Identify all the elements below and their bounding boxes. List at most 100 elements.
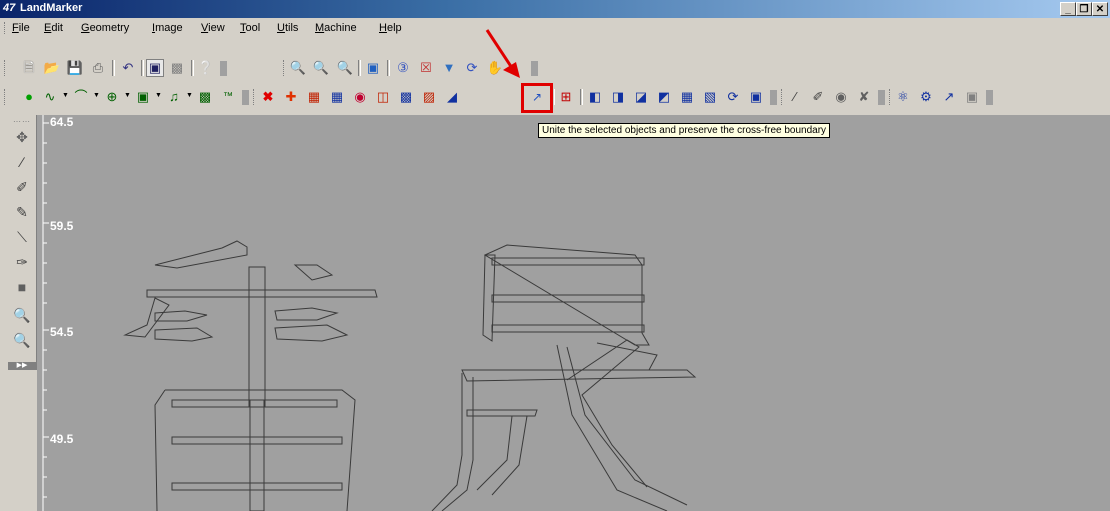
machine-head-icon[interactable]: ⚛ bbox=[894, 88, 912, 106]
align-left-icon[interactable]: ◧ bbox=[586, 88, 604, 106]
menu-edit[interactable]: Edit bbox=[44, 22, 63, 34]
fill-tool-icon[interactable]: ■ bbox=[12, 277, 32, 297]
restore-button[interactable]: ❐ bbox=[1076, 2, 1092, 16]
move-icon[interactable]: ✚ bbox=[282, 88, 300, 106]
align-bottom-icon[interactable]: ◩ bbox=[655, 88, 673, 106]
combine-icon[interactable]: ◢ bbox=[443, 88, 461, 106]
text-style-icon[interactable]: ™ bbox=[219, 88, 237, 106]
view-refresh-icon[interactable]: ⟳ bbox=[463, 59, 481, 77]
drawing-canvas[interactable]: 64.5 59.5 54.5 49.5 bbox=[37, 115, 1110, 511]
arc-tool-icon[interactable]: ✐ bbox=[809, 88, 827, 106]
canvas-drawing bbox=[42, 115, 697, 511]
menubar-grip[interactable] bbox=[4, 22, 7, 34]
brush-tool-icon[interactable]: ✎ bbox=[12, 202, 32, 222]
help-icon[interactable]: ❔ bbox=[197, 59, 215, 77]
pencil-tool-icon[interactable]: ✐ bbox=[12, 177, 32, 197]
group-icon[interactable]: ▩ bbox=[397, 88, 415, 106]
point-icon[interactable]: ● bbox=[20, 88, 38, 106]
align-top-icon[interactable]: ◨ bbox=[609, 88, 627, 106]
distribute-icon[interactable]: ▦ bbox=[328, 88, 346, 106]
align-center-icon[interactable]: ▦ bbox=[678, 88, 696, 106]
menu-view[interactable]: View bbox=[201, 22, 225, 34]
dropdown-arrow-icon[interactable]: ▼ bbox=[155, 92, 162, 99]
dropdown-arrow-icon[interactable]: ▼ bbox=[62, 92, 69, 99]
dropdown-arrow-icon[interactable]: ▼ bbox=[186, 92, 193, 99]
toolbar-end[interactable] bbox=[531, 61, 538, 76]
zoom-window-icon[interactable]: 🔍 bbox=[336, 59, 354, 77]
close-button[interactable]: ✕ bbox=[1092, 2, 1108, 16]
toolbar-grip[interactable] bbox=[781, 89, 784, 105]
zoom-out-tool-icon[interactable]: 🔍 bbox=[12, 330, 32, 350]
pen-tool-icon[interactable]: ∕ bbox=[12, 152, 32, 172]
toolbar-grip[interactable] bbox=[283, 60, 286, 76]
toolbar-grip[interactable]: ⋯⋯ bbox=[13, 117, 31, 126]
arc-icon[interactable]: ⌒ bbox=[72, 88, 90, 106]
toolbar-grip[interactable] bbox=[4, 89, 7, 105]
circle-tool-icon[interactable]: ◉ bbox=[832, 88, 850, 106]
menu-file[interactable]: File bbox=[12, 22, 30, 34]
align-middle-icon[interactable]: ▧ bbox=[701, 88, 719, 106]
view-3-icon[interactable]: ③ bbox=[394, 59, 412, 77]
select-tool-icon[interactable]: ✥ bbox=[12, 127, 32, 147]
window-title: LandMarker bbox=[20, 2, 83, 14]
rotate-icon[interactable]: ⟳ bbox=[724, 88, 742, 106]
menu-machine[interactable]: Machine bbox=[315, 22, 357, 34]
separator bbox=[580, 89, 583, 105]
toolbar-end[interactable] bbox=[770, 90, 777, 105]
zoom-in-icon[interactable]: 🔍 bbox=[289, 59, 307, 77]
view-down-icon[interactable]: ▼ bbox=[440, 59, 458, 77]
mirror-icon[interactable]: ◫ bbox=[374, 88, 392, 106]
machine-stop-icon[interactable]: ▣ bbox=[963, 88, 981, 106]
ruler-label: 59.5 bbox=[50, 219, 74, 233]
circle-icon[interactable]: ⊕ bbox=[103, 88, 121, 106]
machine-path-icon[interactable]: ↗ bbox=[940, 88, 958, 106]
window-controls: _ ❐ ✕ bbox=[1060, 2, 1108, 16]
align-right-icon[interactable]: ◪ bbox=[632, 88, 650, 106]
menu-image[interactable]: Image bbox=[152, 22, 183, 34]
grid-split-icon[interactable]: ⊞ bbox=[557, 88, 575, 106]
menu-utils[interactable]: Utils bbox=[277, 22, 298, 34]
text-icon[interactable]: ♫ bbox=[165, 88, 183, 106]
dropdown-arrow-icon[interactable]: ▼ bbox=[124, 92, 131, 99]
target-icon[interactable]: ◉ bbox=[351, 88, 369, 106]
draw-tool-icon[interactable]: ✑ bbox=[12, 252, 32, 272]
view-stop-icon[interactable]: ☒ bbox=[417, 59, 435, 77]
size-icon[interactable]: ▣ bbox=[747, 88, 765, 106]
toolbar-grip[interactable] bbox=[4, 60, 7, 76]
open-folder-icon[interactable]: 📂 bbox=[43, 59, 61, 77]
toolbar-end[interactable] bbox=[220, 61, 227, 76]
menu-tool[interactable]: Tool bbox=[240, 22, 260, 34]
tooltip: Unite the selected objects and preserve … bbox=[538, 123, 831, 138]
undo-icon[interactable]: ↶ bbox=[119, 59, 137, 77]
print-icon[interactable]: ⎙ bbox=[89, 59, 107, 77]
line-tool-icon[interactable]: ∕ bbox=[786, 88, 804, 106]
dropdown-arrow-icon[interactable]: ▼ bbox=[93, 92, 100, 99]
rectangle-icon[interactable]: ▣ bbox=[134, 88, 152, 106]
zoom-all-icon[interactable]: ▣ bbox=[364, 59, 382, 77]
menu-geometry[interactable]: Geometry bbox=[81, 22, 129, 34]
toolbar-grip[interactable] bbox=[253, 89, 256, 105]
barcode-icon[interactable]: ▩ bbox=[196, 88, 214, 106]
ungroup-icon[interactable]: ▨ bbox=[420, 88, 438, 106]
edit-node-icon[interactable]: ▩ bbox=[168, 59, 186, 77]
delete-icon[interactable]: ✖ bbox=[259, 88, 277, 106]
toolbar-expand-icon[interactable]: ▶▶ bbox=[8, 362, 36, 370]
new-file-icon[interactable]: 🗎 bbox=[20, 59, 38, 77]
menu-help[interactable]: Help bbox=[379, 22, 402, 34]
toolbar-end[interactable] bbox=[878, 90, 885, 105]
ruler-label: 64.5 bbox=[50, 115, 74, 129]
save-icon[interactable]: 💾 bbox=[66, 59, 84, 77]
knife-tool-icon[interactable]: ⟍ bbox=[12, 227, 32, 247]
zoom-out-icon[interactable]: 🔍 bbox=[312, 59, 330, 77]
trim-tool-icon[interactable]: ✘ bbox=[855, 88, 873, 106]
array-icon[interactable]: ▦ bbox=[305, 88, 323, 106]
zoom-in-tool-icon[interactable]: 🔍 bbox=[12, 305, 32, 325]
toolbar-grip[interactable] bbox=[889, 89, 892, 105]
toolbar-end[interactable] bbox=[242, 90, 249, 105]
select-mode-icon[interactable]: ▣ bbox=[146, 59, 164, 77]
minimize-button[interactable]: _ bbox=[1060, 2, 1076, 16]
machine-move-icon[interactable]: ⚙ bbox=[917, 88, 935, 106]
toolbar-end[interactable] bbox=[986, 90, 993, 105]
pan-hand-icon[interactable]: ✋ bbox=[486, 59, 504, 77]
polyline-icon[interactable]: ∿ bbox=[41, 88, 59, 106]
